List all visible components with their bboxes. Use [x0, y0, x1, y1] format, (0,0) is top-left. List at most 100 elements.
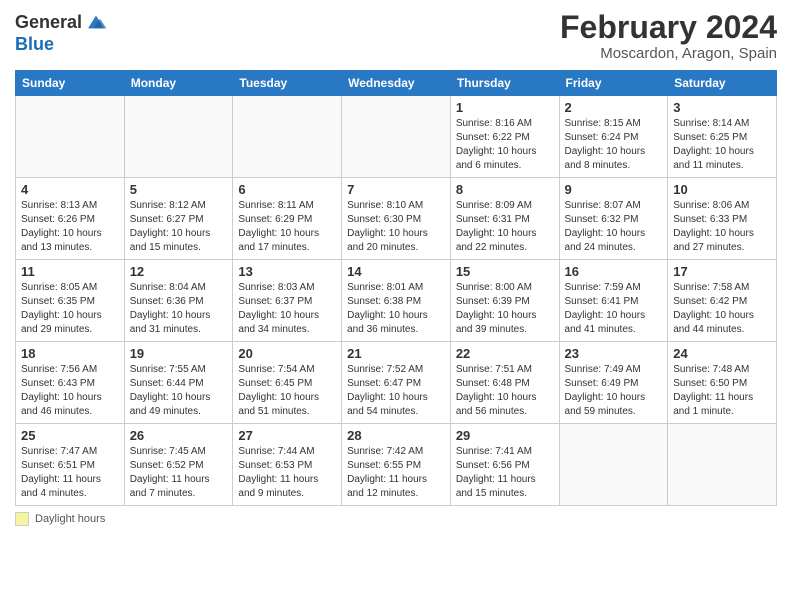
- logo-icon: [84, 10, 108, 34]
- calendar-week-row: 18Sunrise: 7:56 AMSunset: 6:43 PMDayligh…: [16, 342, 777, 424]
- table-row: 26 Sunrise: 7:45 AMSunset: 6:52 PMDayligh…: [124, 424, 233, 506]
- day-number: 5: [130, 182, 228, 197]
- day-info: Sunrise: 7:42 AMSunset: 6:55 PMDaylight:…: [347, 445, 445, 501]
- table-row: 20Sunrise: 7:54 AMSunset: 6:45 PMDayligh…: [233, 342, 342, 424]
- calendar-week-row: 25 Sunrise: 7:47 AMSunset: 6:51 PMDayligh…: [16, 424, 777, 506]
- table-row: 6 Sunrise: 8:11 AMSunset: 6:29 PMDaylight…: [233, 178, 342, 260]
- day-number: 21: [347, 346, 445, 361]
- day-info: Sunrise: 8:13 AMSunset: 6:26 PMDaylight:…: [21, 199, 119, 255]
- day-info: Sunrise: 8:10 AMSunset: 6:30 PMDaylight:…: [347, 199, 445, 255]
- page-container: General Blue February 2024 Moscardon, Ar…: [0, 0, 792, 536]
- table-row: 2Sunrise: 8:15 AMSunset: 6:24 PMDaylight…: [559, 96, 668, 178]
- calendar-week-row: 11Sunrise: 8:05 AMSunset: 6:35 PMDayligh…: [16, 260, 777, 342]
- table-row: 3 Sunrise: 8:14 AMSunset: 6:25 PMDaylight…: [668, 96, 777, 178]
- table-row: 21 Sunrise: 7:52 AMSunset: 6:47 PMDayligh…: [342, 342, 451, 424]
- table-row: [16, 96, 125, 178]
- table-row: 23 Sunrise: 7:49 AMSunset: 6:49 PMDayligh…: [559, 342, 668, 424]
- day-number: 8: [456, 182, 554, 197]
- calendar-week-row: 4 Sunrise: 8:13 AMSunset: 6:26 PMDaylight…: [16, 178, 777, 260]
- day-info: Sunrise: 8:04 AMSunset: 6:36 PMDaylight:…: [130, 281, 228, 337]
- table-row: 9 Sunrise: 8:07 AMSunset: 6:32 PMDaylight…: [559, 178, 668, 260]
- day-info: Sunrise: 8:01 AMSunset: 6:38 PMDaylight:…: [347, 281, 445, 337]
- day-info: Sunrise: 8:16 AMSunset: 6:22 PMDaylight:…: [456, 117, 554, 173]
- logo: General Blue: [15, 10, 108, 55]
- day-info: Sunrise: 7:45 AMSunset: 6:52 PMDaylight:…: [130, 445, 228, 501]
- table-row: 1Sunrise: 8:16 AMSunset: 6:22 PMDaylight…: [450, 96, 559, 178]
- day-number: 26: [130, 428, 228, 443]
- day-number: 14: [347, 264, 445, 279]
- day-number: 15: [456, 264, 554, 279]
- day-number: 17: [673, 264, 771, 279]
- day-number: 9: [565, 182, 663, 197]
- table-row: 28 Sunrise: 7:42 AMSunset: 6:55 PMDayligh…: [342, 424, 451, 506]
- day-info: Sunrise: 7:48 AMSunset: 6:50 PMDaylight:…: [673, 363, 771, 419]
- day-info: Sunrise: 8:03 AMSunset: 6:37 PMDaylight:…: [238, 281, 336, 337]
- table-row: [124, 96, 233, 178]
- logo-general-text: General: [15, 12, 82, 33]
- day-number: 4: [21, 182, 119, 197]
- table-row: 14 Sunrise: 8:01 AMSunset: 6:38 PMDayligh…: [342, 260, 451, 342]
- table-row: 13 Sunrise: 8:03 AMSunset: 6:37 PMDayligh…: [233, 260, 342, 342]
- day-number: 22: [456, 346, 554, 361]
- day-info: Sunrise: 7:58 AMSunset: 6:42 PMDaylight:…: [673, 281, 771, 337]
- day-number: 20: [238, 346, 336, 361]
- table-row: 24Sunrise: 7:48 AMSunset: 6:50 PMDayligh…: [668, 342, 777, 424]
- col-wednesday: Wednesday: [342, 71, 451, 96]
- day-info: Sunrise: 7:49 AMSunset: 6:49 PMDaylight:…: [565, 363, 663, 419]
- logo-blue-text: Blue: [15, 34, 54, 54]
- col-friday: Friday: [559, 71, 668, 96]
- table-row: 11Sunrise: 8:05 AMSunset: 6:35 PMDayligh…: [16, 260, 125, 342]
- table-row: 12 Sunrise: 8:04 AMSunset: 6:36 PMDayligh…: [124, 260, 233, 342]
- day-number: 10: [673, 182, 771, 197]
- day-number: 28: [347, 428, 445, 443]
- day-info: Sunrise: 8:06 AMSunset: 6:33 PMDaylight:…: [673, 199, 771, 255]
- footer: Daylight hours: [15, 512, 777, 526]
- table-row: [342, 96, 451, 178]
- day-number: 25: [21, 428, 119, 443]
- table-row: 15 Sunrise: 8:00 AMSunset: 6:39 PMDayligh…: [450, 260, 559, 342]
- day-info: Sunrise: 7:59 AMSunset: 6:41 PMDaylight:…: [565, 281, 663, 337]
- day-number: 2: [565, 100, 663, 115]
- table-row: 4 Sunrise: 8:13 AMSunset: 6:26 PMDaylight…: [16, 178, 125, 260]
- table-row: [233, 96, 342, 178]
- day-number: 29: [456, 428, 554, 443]
- daylight-label: Daylight hours: [35, 513, 105, 525]
- day-info: Sunrise: 7:47 AMSunset: 6:51 PMDaylight:…: [21, 445, 119, 501]
- day-number: 6: [238, 182, 336, 197]
- day-number: 7: [347, 182, 445, 197]
- day-info: Sunrise: 8:14 AMSunset: 6:25 PMDaylight:…: [673, 117, 771, 173]
- day-info: Sunrise: 8:07 AMSunset: 6:32 PMDaylight:…: [565, 199, 663, 255]
- month-year-title: February 2024: [560, 10, 777, 45]
- table-row: 16 Sunrise: 7:59 AMSunset: 6:41 PMDayligh…: [559, 260, 668, 342]
- title-block: February 2024 Moscardon, Aragon, Spain: [560, 10, 777, 62]
- day-number: 19: [130, 346, 228, 361]
- day-number: 23: [565, 346, 663, 361]
- table-row: 5 Sunrise: 8:12 AMSunset: 6:27 PMDaylight…: [124, 178, 233, 260]
- col-saturday: Saturday: [668, 71, 777, 96]
- table-row: 19 Sunrise: 7:55 AMSunset: 6:44 PMDayligh…: [124, 342, 233, 424]
- day-info: Sunrise: 8:11 AMSunset: 6:29 PMDaylight:…: [238, 199, 336, 255]
- day-info: Sunrise: 8:00 AMSunset: 6:39 PMDaylight:…: [456, 281, 554, 337]
- day-number: 18: [21, 346, 119, 361]
- table-row: 10 Sunrise: 8:06 AMSunset: 6:33 PMDayligh…: [668, 178, 777, 260]
- day-number: 16: [565, 264, 663, 279]
- table-row: 17 Sunrise: 7:58 AMSunset: 6:42 PMDayligh…: [668, 260, 777, 342]
- col-thursday: Thursday: [450, 71, 559, 96]
- day-info: Sunrise: 7:52 AMSunset: 6:47 PMDaylight:…: [347, 363, 445, 419]
- day-info: Sunrise: 7:55 AMSunset: 6:44 PMDaylight:…: [130, 363, 228, 419]
- table-row: [668, 424, 777, 506]
- header: General Blue February 2024 Moscardon, Ar…: [15, 10, 777, 62]
- col-tuesday: Tuesday: [233, 71, 342, 96]
- day-info: Sunrise: 8:12 AMSunset: 6:27 PMDaylight:…: [130, 199, 228, 255]
- table-row: 29 Sunrise: 7:41 AMSunset: 6:56 PMDayligh…: [450, 424, 559, 506]
- calendar-table: Sunday Monday Tuesday Wednesday Thursday…: [15, 70, 777, 506]
- day-number: 13: [238, 264, 336, 279]
- table-row: 22Sunrise: 7:51 AMSunset: 6:48 PMDayligh…: [450, 342, 559, 424]
- table-row: 8Sunrise: 8:09 AMSunset: 6:31 PMDaylight…: [450, 178, 559, 260]
- day-number: 3: [673, 100, 771, 115]
- day-info: Sunrise: 7:41 AMSunset: 6:56 PMDaylight:…: [456, 445, 554, 501]
- day-number: 12: [130, 264, 228, 279]
- day-number: 11: [21, 264, 119, 279]
- table-row: 18Sunrise: 7:56 AMSunset: 6:43 PMDayligh…: [16, 342, 125, 424]
- table-row: [559, 424, 668, 506]
